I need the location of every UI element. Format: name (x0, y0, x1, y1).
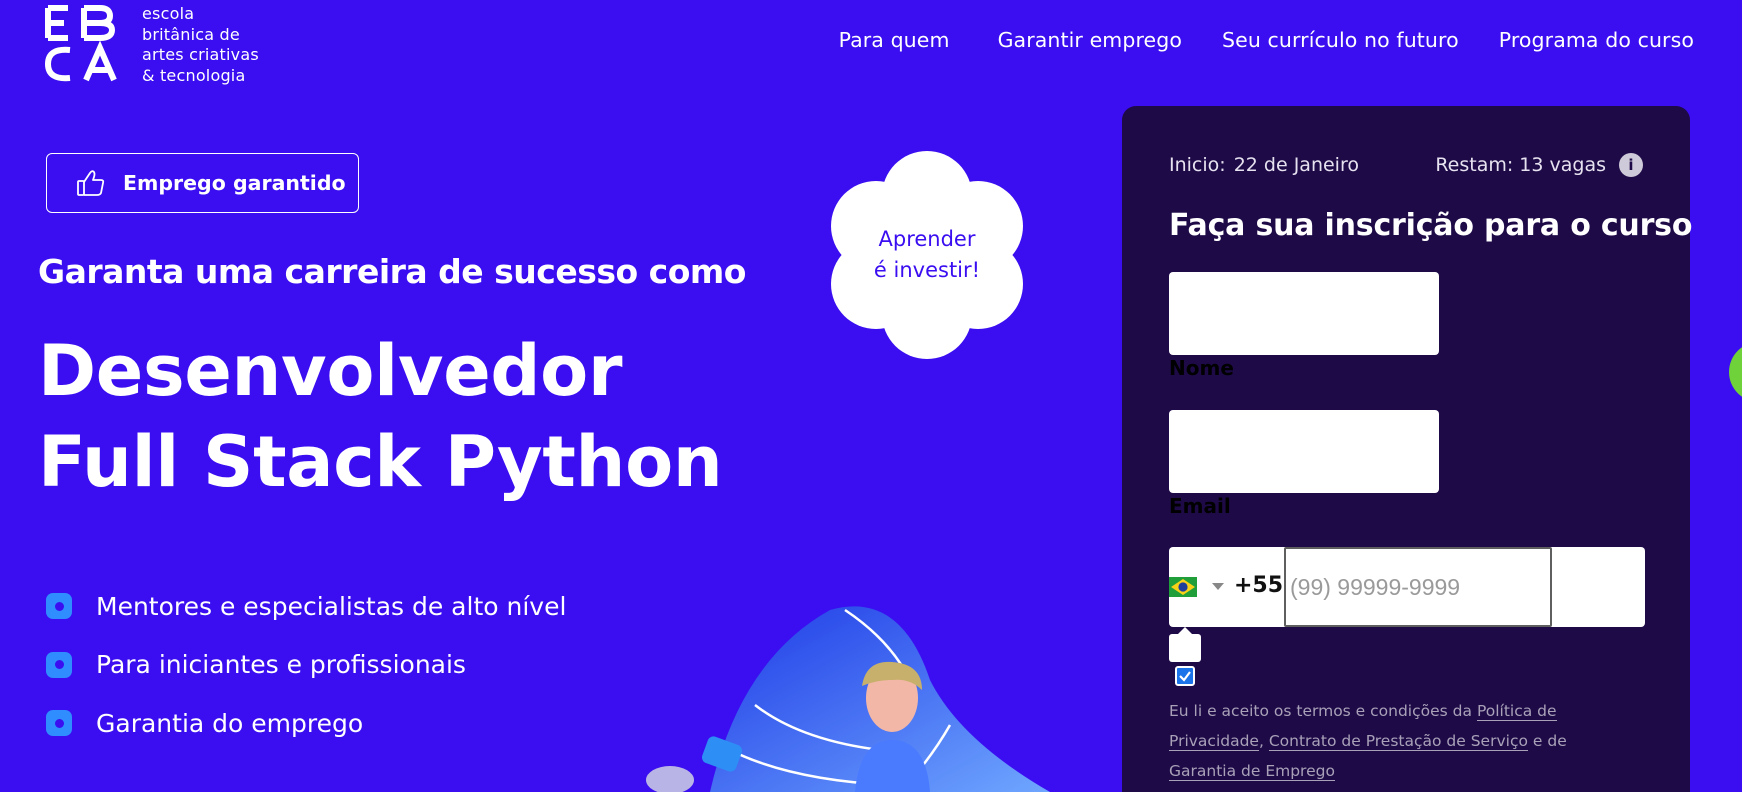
cloud-line: é investir! (873, 258, 981, 282)
logo[interactable]: escola britânica de artes criativas & te… (42, 4, 259, 86)
bullet-icon (46, 651, 72, 678)
bullet-icon (46, 710, 72, 737)
headline-line: Desenvolvedor (38, 330, 623, 412)
nav-link-curriculo[interactable]: Seu currículo no futuro (1222, 28, 1459, 52)
side-chat-button[interactable] (1729, 342, 1742, 402)
logo-mark-icon (44, 5, 117, 82)
nav-link-para-quem[interactable]: Para quem (839, 28, 950, 52)
logo-line: & tecnologia (142, 65, 246, 85)
developer-illustration (646, 606, 1050, 792)
list-item: Para iniciantes e profissionais (46, 636, 566, 695)
list-item-label: Garantia do emprego (96, 708, 364, 738)
terms-prefix: Eu li e aceito os termos e condições da (1169, 702, 1477, 720)
cloud-text: Aprender é investir! (828, 224, 1026, 286)
terms-text: Eu li e aceito os termos e condições da … (1169, 696, 1609, 786)
hero-headline: Desenvolvedor Full Stack Python (38, 326, 723, 508)
checkmark-icon (1179, 671, 1191, 682)
seats-remaining: Restam: 13 vagas (1435, 154, 1606, 176)
logo-line: britânica de (142, 24, 240, 44)
job-guarantee-link[interactable]: Garantia de Emprego (1169, 762, 1335, 781)
terms-checkbox[interactable] (1175, 666, 1195, 686)
page: escola britânica de artes criativas & te… (0, 0, 1742, 792)
form-title: Faça sua inscrição para o curso (1169, 208, 1693, 243)
name-field[interactable] (1169, 272, 1439, 355)
list-item-label: Para iniciantes e profissionais (96, 650, 466, 680)
list-item: Garantia do emprego (46, 694, 566, 753)
registration-panel: Inicio: 22 de Janeiro Restam: 13 vagas i … (1122, 106, 1693, 792)
email-field[interactable] (1169, 410, 1439, 493)
cloud-bubble: Aprender é investir! (828, 150, 1026, 360)
bullet-icon (46, 593, 72, 620)
nav-link-programa[interactable]: Programa do curso (1499, 28, 1694, 52)
phone-input[interactable] (1284, 547, 1552, 627)
top-nav: Para quem Garantir emprego Seu currículo… (839, 28, 1694, 52)
badge-label: Emprego garantido (123, 171, 346, 195)
dropdown-caret-icon[interactable] (1212, 583, 1224, 590)
start-date: 22 de Janeiro (1233, 154, 1359, 176)
phone-field-group: +55 (1169, 547, 1645, 627)
feature-list: Mentores e especialistas de alto nível P… (46, 577, 566, 753)
logo-line: escola (142, 4, 195, 23)
emprego-garantido-button[interactable]: Emprego garantido (46, 153, 359, 213)
list-item-label: Mentores e especialistas de alto nível (96, 591, 567, 621)
service-contract-link[interactable]: Contrato de Prestação de Serviço (1268, 732, 1528, 751)
cloud-line: Aprender (878, 227, 976, 251)
headline-line: Full Stack Python (38, 421, 723, 503)
start-info: Inicio: 22 de Janeiro (1169, 154, 1359, 176)
nav-link-garantir-emprego[interactable]: Garantir emprego (998, 28, 1182, 52)
hero-subtitle: Garanta uma carreira de sucesso como (38, 252, 746, 291)
terms-sep: , (1258, 732, 1269, 750)
validation-box (1169, 634, 1201, 662)
name-label: Nome (1169, 356, 1234, 380)
terms-mid: e de (1527, 732, 1567, 750)
email-label: Email (1169, 494, 1231, 518)
info-icon[interactable]: i (1619, 153, 1643, 177)
thumbs-up-icon (77, 170, 105, 196)
logo-text: escola britânica de artes criativas & te… (142, 4, 259, 86)
start-label: Inicio: (1169, 154, 1226, 176)
dial-code: +55 (1234, 573, 1284, 598)
logo-line: artes criativas (142, 45, 259, 64)
brazil-flag-icon[interactable] (1169, 577, 1197, 597)
list-item: Mentores e especialistas de alto nível (46, 577, 566, 636)
